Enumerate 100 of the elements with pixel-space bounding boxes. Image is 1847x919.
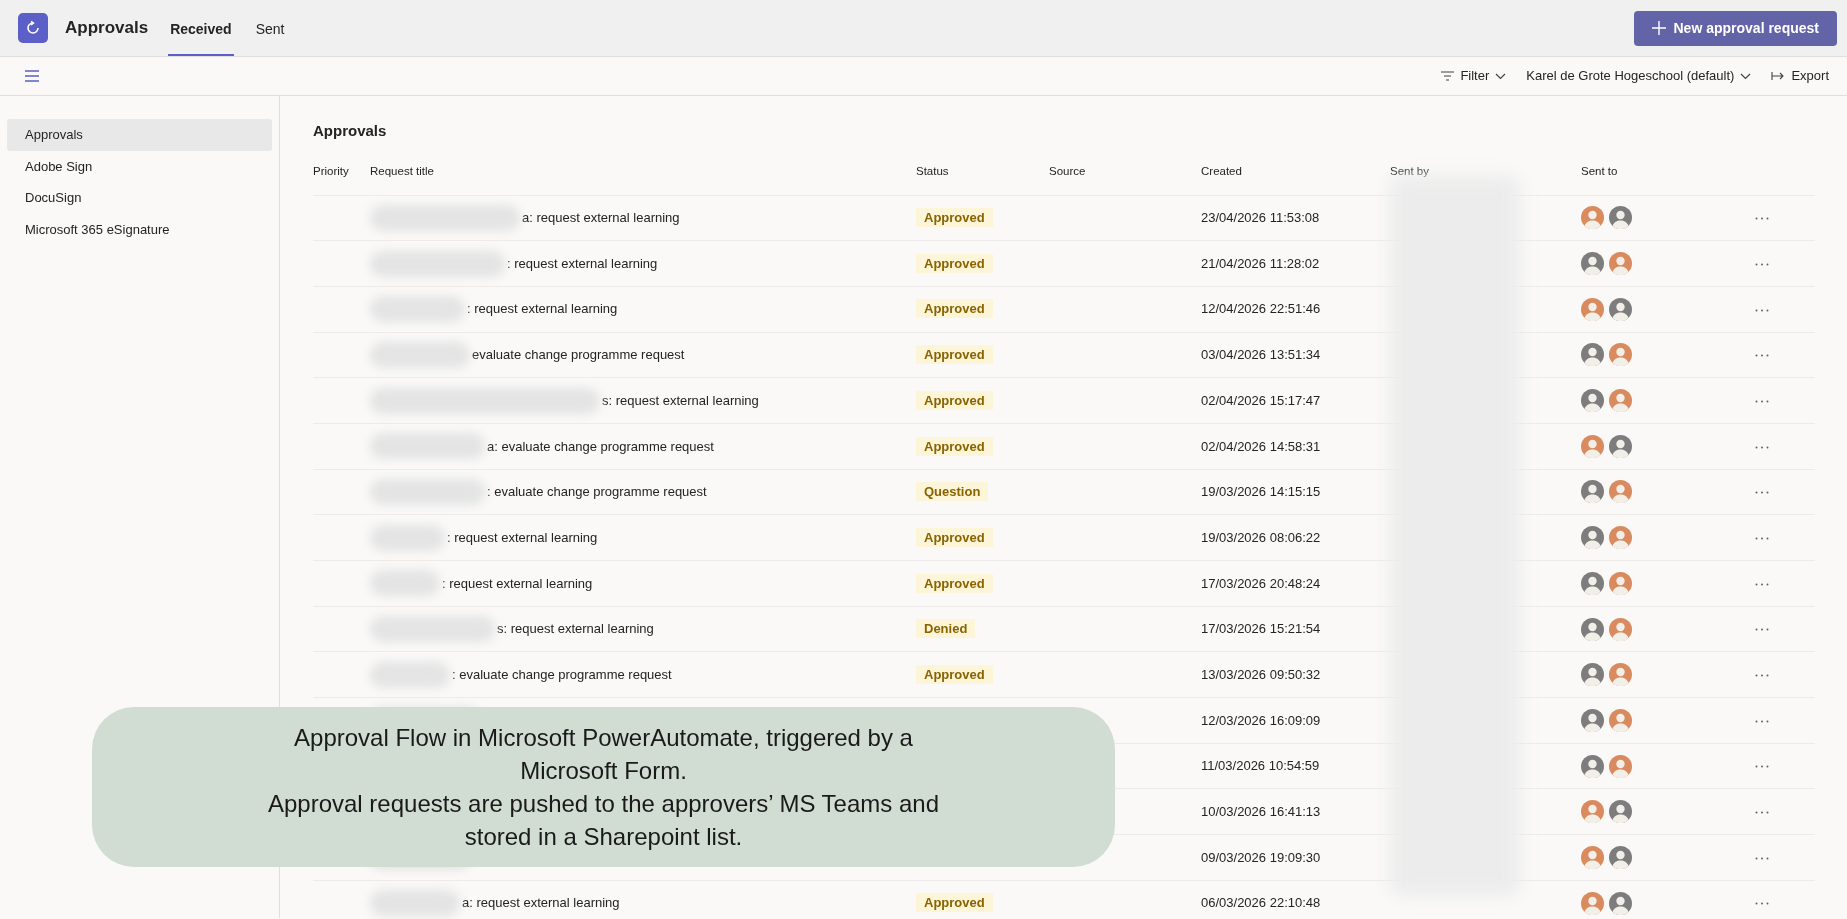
sidebar-item[interactable]: Approvals [7,119,272,151]
avatar[interactable] [1581,708,1604,732]
request-title[interactable]: s: request external learning [497,619,654,639]
created-date: 02/04/2026 14:58:31 [1201,438,1321,454]
status-badge: Approved [916,208,993,228]
more-options-icon[interactable] [1755,262,1769,266]
request-title[interactable]: a: request external learning [522,208,680,228]
filter-icon [1441,71,1455,81]
more-options-icon[interactable] [1755,856,1769,860]
sidebar-item[interactable]: Adobe Sign [7,150,272,182]
created-date: 19/03/2026 08:06:22 [1201,529,1321,545]
export-button[interactable]: Export [1765,62,1835,90]
sidebar-item[interactable]: DocuSign [7,182,272,214]
column-header[interactable]: Status [916,164,949,177]
avatar[interactable] [1609,663,1632,687]
sidebar-item[interactable]: Microsoft 365 eSignature [7,213,272,245]
more-options-icon[interactable] [1755,399,1769,403]
more-options-icon[interactable] [1755,765,1769,769]
created-date: 09/03/2026 19:09:30 [1201,849,1321,865]
avatar[interactable] [1581,845,1604,869]
request-title[interactable]: : evaluate change programme request [452,664,672,685]
new-approval-button[interactable]: New approval request [1633,10,1837,46]
avatar[interactable] [1581,343,1604,367]
avatar[interactable] [1609,480,1632,504]
request-title[interactable]: evaluate change programme request [472,345,685,365]
created-date: 11/03/2026 10:54:59 [1201,758,1320,774]
status-badge: Approved [916,527,993,547]
more-options-icon[interactable] [1755,719,1769,723]
avatar[interactable] [1581,480,1604,504]
avatar[interactable] [1609,526,1632,550]
column-header[interactable]: Request title [370,164,434,177]
avatar[interactable] [1581,663,1604,687]
request-title[interactable]: : request external learning [507,253,658,274]
avatar[interactable] [1609,252,1632,276]
avatar[interactable] [1609,845,1632,869]
avatar[interactable] [1581,389,1604,413]
created-date: 02/04/2026 15:17:47 [1201,392,1321,408]
caption-text: Approval requests are pushed to the approvers’ MS Teams and stored in a Sharepoint list. [266,789,941,853]
status-badge: Question [916,482,989,502]
request-title[interactable]: s: request external learning [602,390,759,411]
avatar[interactable] [1581,206,1604,230]
more-options-icon[interactable] [1755,217,1769,221]
avatar[interactable] [1609,434,1632,458]
avatar[interactable] [1609,297,1632,321]
more-options-icon[interactable] [1755,674,1769,678]
created-date: 19/03/2026 14:15:15 [1201,484,1321,500]
filter-button[interactable]: Filter [1435,62,1513,90]
tab[interactable]: Sent [253,2,287,56]
column-header[interactable]: Priority [313,164,349,177]
status-badge: Denied [916,619,976,639]
column-header[interactable]: Sent to [1581,164,1618,177]
more-options-icon[interactable] [1755,628,1769,632]
avatar[interactable] [1581,754,1604,778]
more-options-icon[interactable] [1755,902,1769,906]
avatar[interactable] [1581,617,1604,641]
avatar[interactable] [1581,252,1604,276]
avatar[interactable] [1609,800,1632,824]
more-options-icon[interactable] [1755,536,1769,540]
more-options-icon[interactable] [1755,491,1769,495]
avatar[interactable] [1609,891,1632,915]
created-date: 03/04/2026 13:51:34 [1201,347,1321,363]
more-options-icon[interactable] [1755,811,1769,815]
environment-dropdown[interactable]: Karel de Grote Hogeschool (default) [1520,62,1758,90]
more-options-icon[interactable] [1755,308,1769,312]
more-options-icon[interactable] [1755,445,1769,449]
avatar[interactable] [1581,800,1604,824]
request-title[interactable]: : request external learning [467,299,618,319]
request-title[interactable]: : request external learning [442,573,593,594]
created-date: 17/03/2026 15:21:54 [1201,621,1321,637]
status-badge: Approved [916,893,993,913]
created-date: 13/03/2026 09:50:32 [1201,666,1321,682]
avatar[interactable] [1609,571,1632,595]
status-badge: Approved [916,664,993,684]
menu-icon[interactable] [24,70,40,82]
more-options-icon[interactable] [1755,582,1769,586]
more-options-icon[interactable] [1755,354,1769,358]
avatar[interactable] [1581,526,1604,550]
status-badge: Approved [916,345,993,365]
created-date: 17/03/2026 20:48:24 [1201,575,1321,591]
request-title[interactable]: : evaluate change programme request [487,482,707,502]
column-header[interactable]: Created [1201,164,1242,177]
avatar[interactable] [1609,206,1632,230]
avatar[interactable] [1609,389,1632,413]
avatar[interactable] [1581,434,1604,458]
request-title[interactable]: a: request external learning [462,893,620,913]
created-date: 12/04/2026 22:51:46 [1201,301,1321,317]
avatar[interactable] [1581,891,1604,915]
column-header[interactable]: Source [1049,164,1086,177]
request-title[interactable]: : request external learning [447,527,598,548]
chevron-down-icon [1495,72,1507,80]
avatar[interactable] [1609,754,1632,778]
avatar[interactable] [1581,571,1604,595]
avatar[interactable] [1581,297,1604,321]
avatar[interactable] [1609,617,1632,641]
column-header[interactable]: Sent by [1390,164,1429,177]
export-icon [1771,71,1786,81]
status-badge: Approved [916,436,993,456]
avatar[interactable] [1609,708,1632,732]
avatar[interactable] [1609,343,1632,367]
request-title[interactable]: a: evaluate change programme request [487,436,714,457]
